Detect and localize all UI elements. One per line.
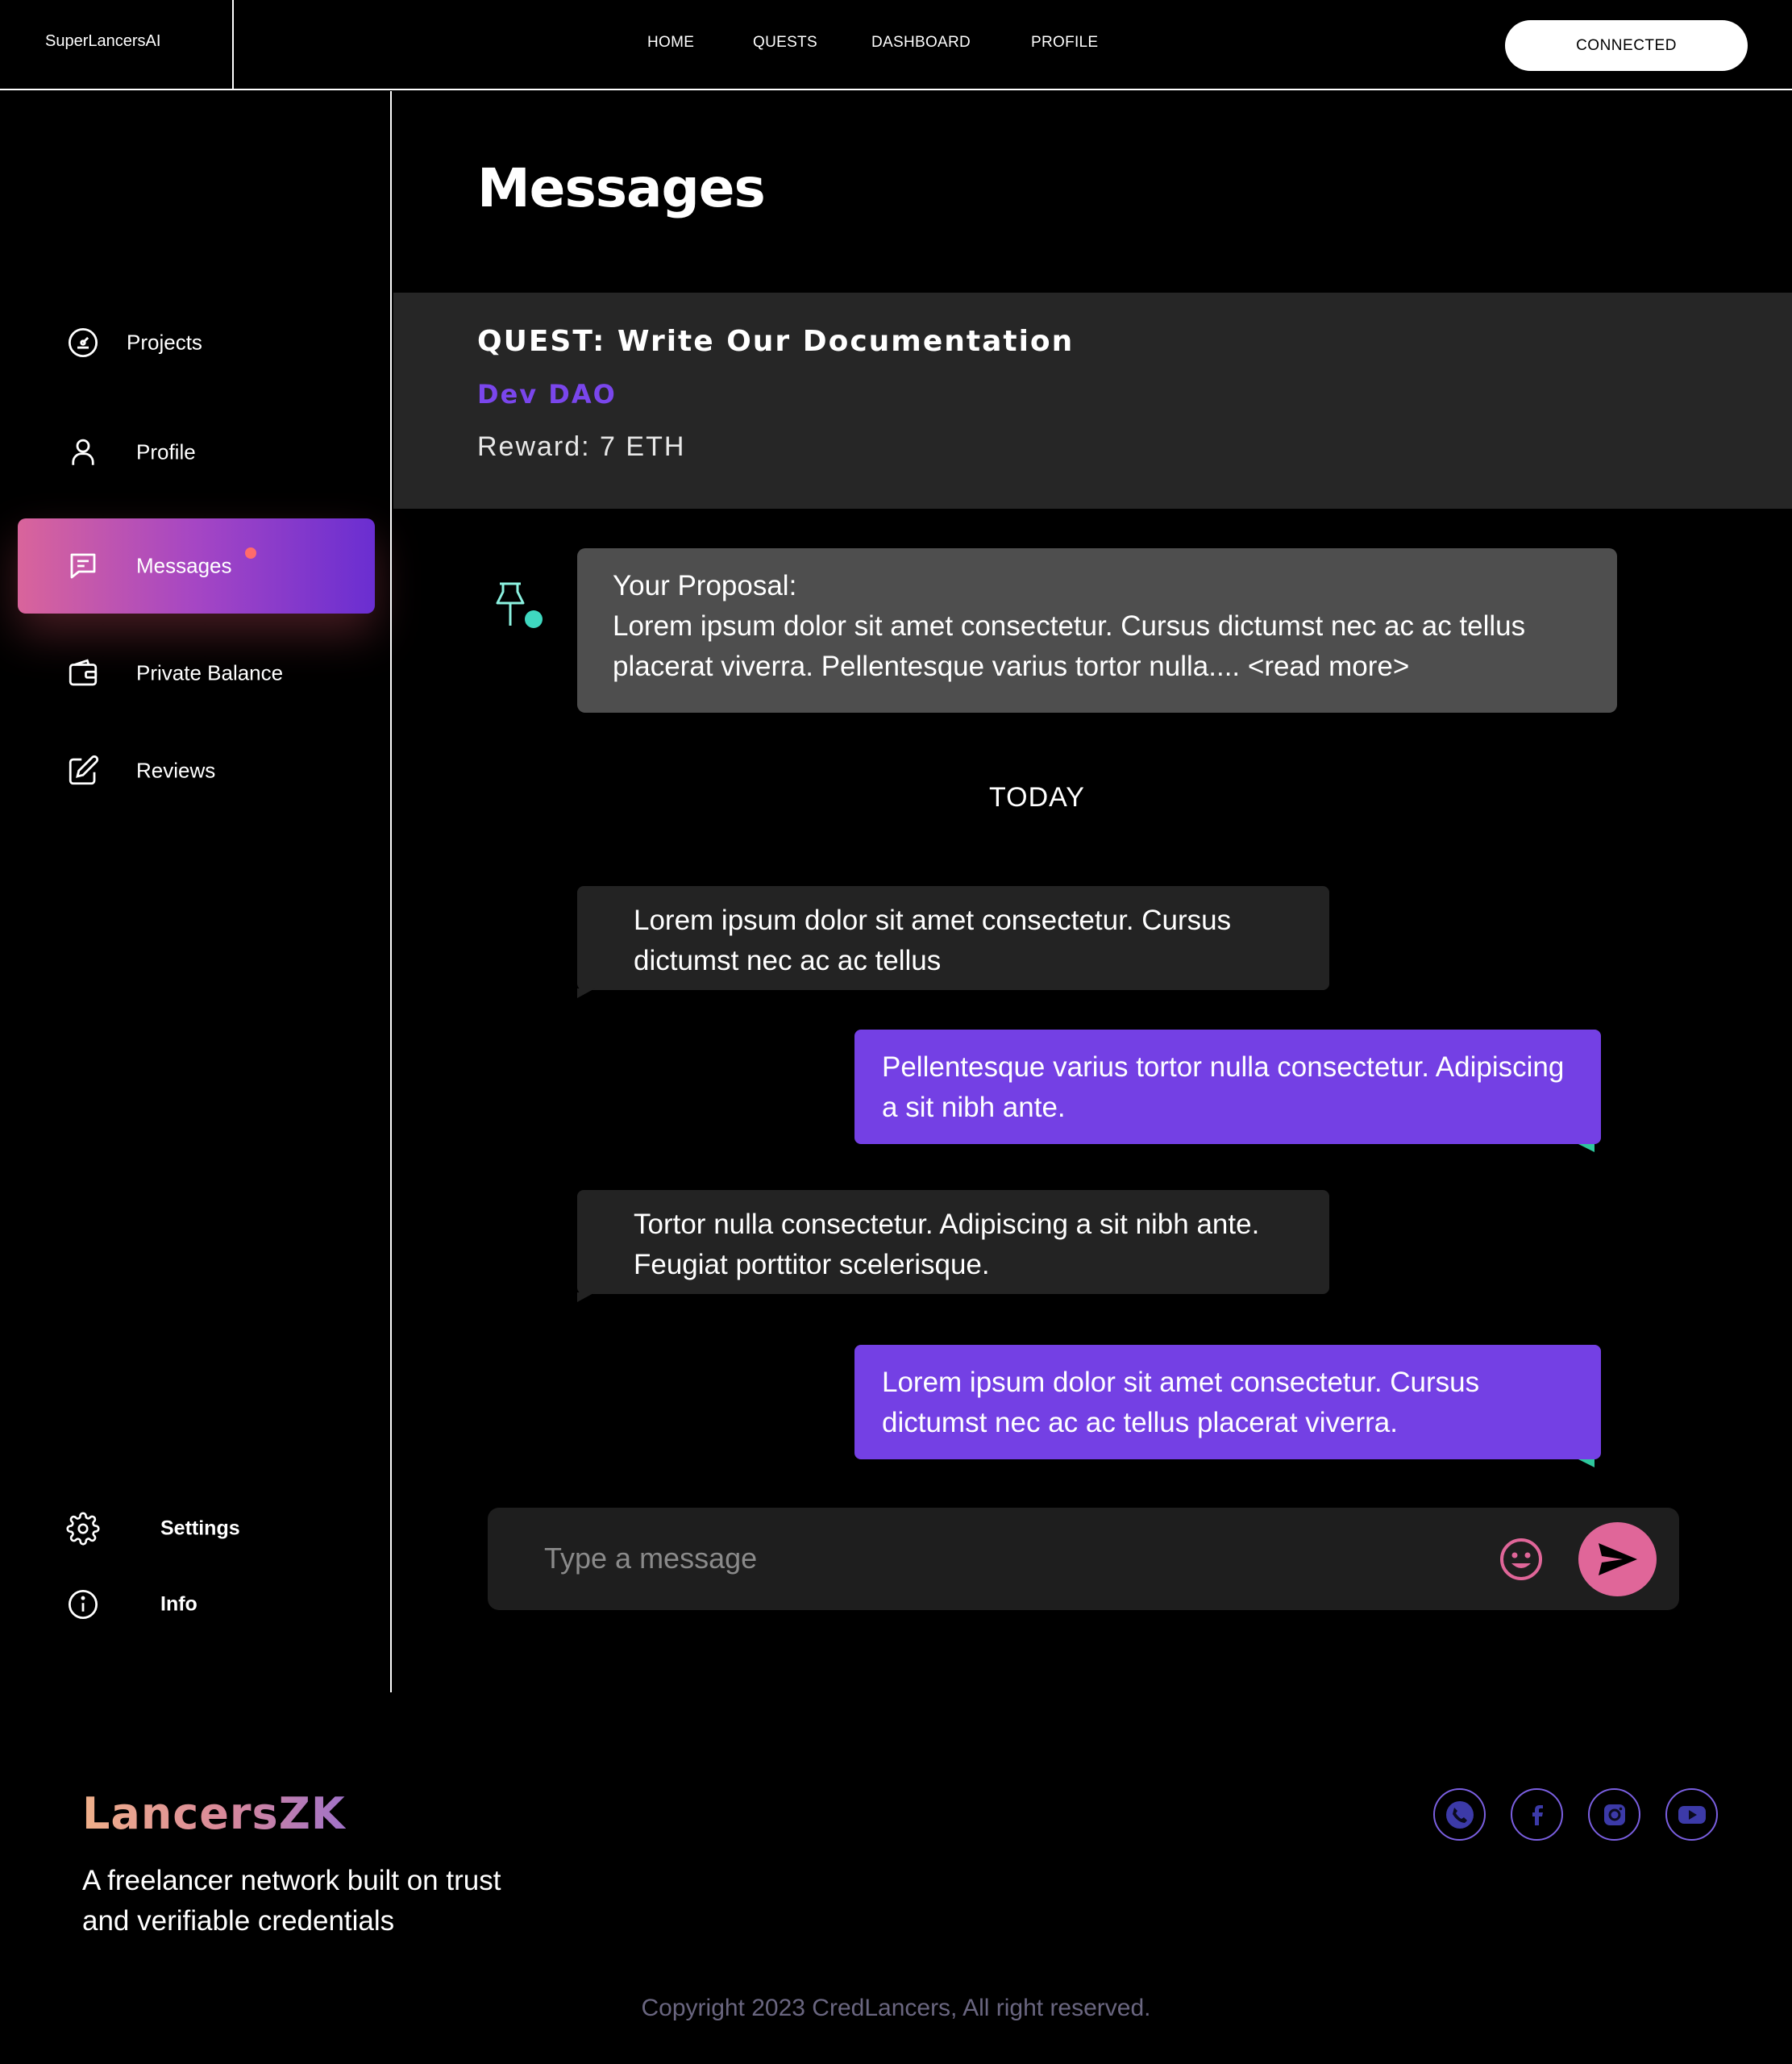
sidebar-item-reviews[interactable]: Reviews [18, 723, 375, 818]
proposal-text: Lorem ipsum dolor sit amet consectetur. … [613, 610, 1526, 682]
sidebar-item-label: Profile [136, 439, 196, 464]
nav-profile[interactable]: PROFILE [1031, 34, 1098, 52]
sidebar-item-label: Reviews [136, 758, 216, 783]
footer-tagline: A freelancer network built on trust and … [82, 1865, 501, 1937]
message-outgoing: Lorem ipsum dolor sit amet consectetur. … [854, 1345, 1601, 1459]
sidebar-item-label: Info [160, 1592, 197, 1616]
nav-quests[interactable]: QUESTS [753, 34, 817, 52]
emoji-icon[interactable] [1499, 1537, 1544, 1582]
wallet-icon [69, 659, 98, 686]
copyright: Copyright 2023 CredLancers, All right re… [641, 1995, 1151, 2021]
footer-logo[interactable]: LancersZK [82, 1788, 346, 1839]
nav-dashboard[interactable]: DASHBOARD [871, 34, 971, 52]
day-separator: TODAY [989, 782, 1085, 813]
sidebar-item-label: Messages [136, 553, 232, 578]
sidebar-item-label: Projects [127, 330, 202, 355]
notification-dot [245, 547, 256, 559]
sidebar-item-private-balance[interactable]: Private Balance [18, 626, 375, 721]
instagram-icon[interactable] [1588, 1788, 1640, 1841]
phone-icon[interactable] [1433, 1788, 1486, 1841]
message-outgoing: Pellentesque varius tortor nulla consect… [854, 1030, 1601, 1144]
user-icon [72, 439, 94, 465]
info-icon [68, 1589, 98, 1620]
sidebar-item-label: Private Balance [136, 660, 284, 685]
chat-icon [70, 553, 96, 579]
quest-reward: Reward: 7 ETH [477, 431, 686, 462]
pinned-proposal[interactable]: Your Proposal: Lorem ipsum dolor sit ame… [577, 548, 1617, 713]
message-composer [488, 1508, 1679, 1610]
page-title: Messages [477, 157, 766, 219]
message-incoming: Lorem ipsum dolor sit amet consectetur. … [577, 886, 1329, 990]
edit-icon [69, 755, 99, 785]
sidebar-item-messages[interactable]: Messages [18, 518, 375, 614]
pin-icon [496, 582, 543, 628]
connected-button[interactable]: CONNECTED [1505, 20, 1748, 71]
sidebar-item-info[interactable]: Info [18, 1556, 375, 1653]
quest-title: QUEST: Write Our Documentation [477, 325, 1075, 358]
top-navbar: SuperLancersAI HOME QUESTS DASHBOARD PRO… [0, 0, 1792, 90]
sidebar-item-profile[interactable]: Profile [18, 405, 375, 500]
send-button[interactable] [1578, 1522, 1657, 1596]
send-icon [1598, 1543, 1637, 1575]
facebook-icon[interactable] [1511, 1788, 1563, 1841]
message-incoming: Tortor nulla consectetur. Adipiscing a s… [577, 1190, 1329, 1294]
gauge-icon [68, 327, 98, 358]
sidebar-divider [390, 91, 392, 1692]
nav-home[interactable]: HOME [647, 34, 694, 52]
sidebar-item-projects[interactable]: Projects [18, 295, 375, 390]
gear-icon [66, 1512, 100, 1546]
youtube-icon[interactable] [1665, 1788, 1718, 1841]
message-input[interactable] [544, 1532, 1415, 1585]
quest-org[interactable]: Dev DAO [477, 379, 617, 410]
proposal-heading: Your Proposal: [613, 570, 797, 601]
sidebar-item-label: Settings [160, 1517, 240, 1540]
